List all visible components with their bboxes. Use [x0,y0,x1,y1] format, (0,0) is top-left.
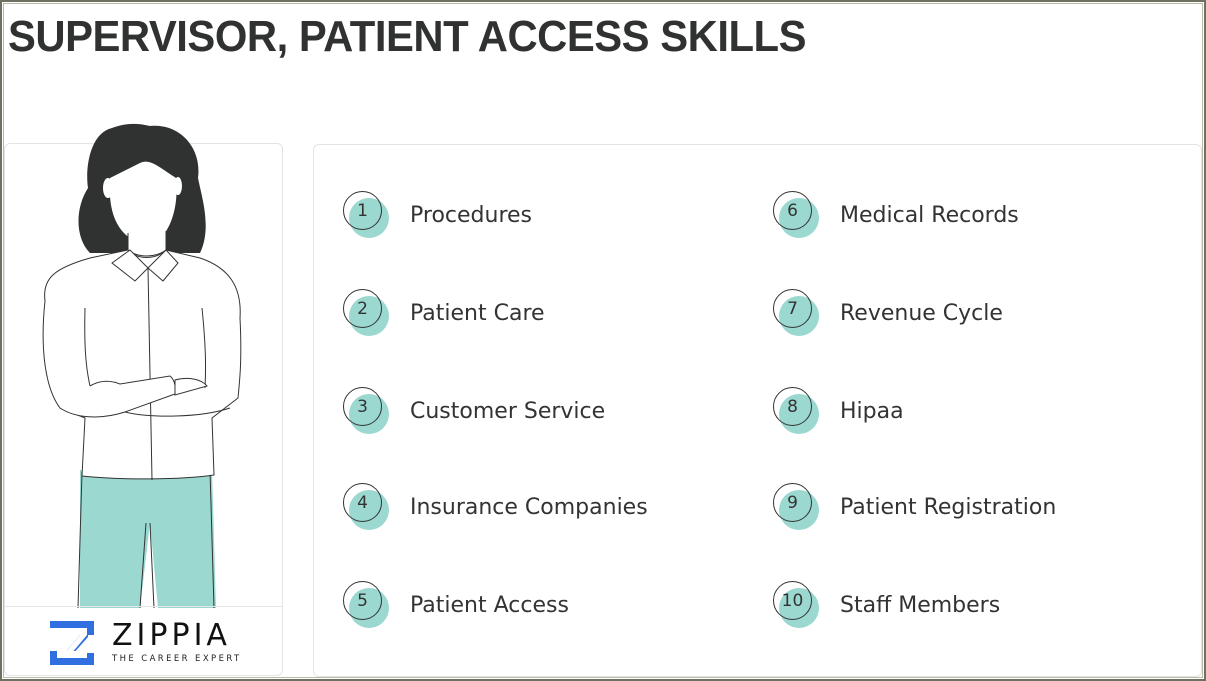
number-badge: 9 [772,482,822,532]
skill-label: Insurance Companies [410,494,648,520]
pants [80,468,216,608]
skill-number: 4 [357,492,368,513]
logo-divider [5,606,282,607]
brand-tagline: THE CAREER EXPERT [112,654,242,664]
skill-label: Patient Registration [840,494,1057,520]
skill-label: Customer Service [410,398,606,424]
shirt [42,249,242,480]
brand-name: ZIPPIA [112,618,231,653]
number-badge: 8 [772,386,822,436]
skill-number: 7 [787,298,798,319]
skill-label: Patient Access [410,592,569,618]
skill-label: Procedures [410,202,532,228]
number-badge: 2 [342,288,392,338]
number-badge: 5 [342,580,392,630]
skill-number: 5 [357,590,368,611]
skill-item: 10 Staff Members [772,580,1000,630]
number-badge: 4 [342,482,392,532]
skill-item: 8 Hipaa [772,386,904,436]
skill-number: 1 [357,200,368,221]
zippia-logo[interactable]: ZIPPIA THE CAREER EXPERT [50,620,242,665]
number-badge: 3 [342,386,392,436]
number-badge: 1 [342,190,392,240]
zippia-z-icon [50,620,94,665]
page-title: SUPERVISOR, PATIENT ACCESS SKILLS [8,12,806,61]
skill-item: 1 Procedures [342,190,532,240]
skill-item: 9 Patient Registration [772,482,1056,532]
skill-number: 9 [787,492,798,513]
skill-number: 3 [357,396,368,417]
skill-label: Medical Records [840,202,1019,228]
skill-item: 7 Revenue Cycle [772,288,1003,338]
skill-item: 2 Patient Care [342,288,545,338]
number-badge: 6 [772,190,822,240]
woman-illustration [42,123,242,608]
skill-number: 10 [781,590,804,611]
number-badge: 10 [772,580,822,630]
skill-number: 2 [357,298,368,319]
skill-label: Revenue Cycle [840,300,1003,326]
skill-label: Patient Care [410,300,545,326]
skill-item: 3 Customer Service [342,386,605,436]
skill-label: Staff Members [840,592,1001,618]
skill-item: 5 Patient Access [342,580,569,630]
skill-item: 6 Medical Records [772,190,1019,240]
number-badge: 7 [772,288,822,338]
skill-label: Hipaa [840,398,904,424]
skill-number: 8 [787,396,798,417]
skill-item: 4 Insurance Companies [342,482,648,532]
skill-number: 6 [787,200,798,221]
